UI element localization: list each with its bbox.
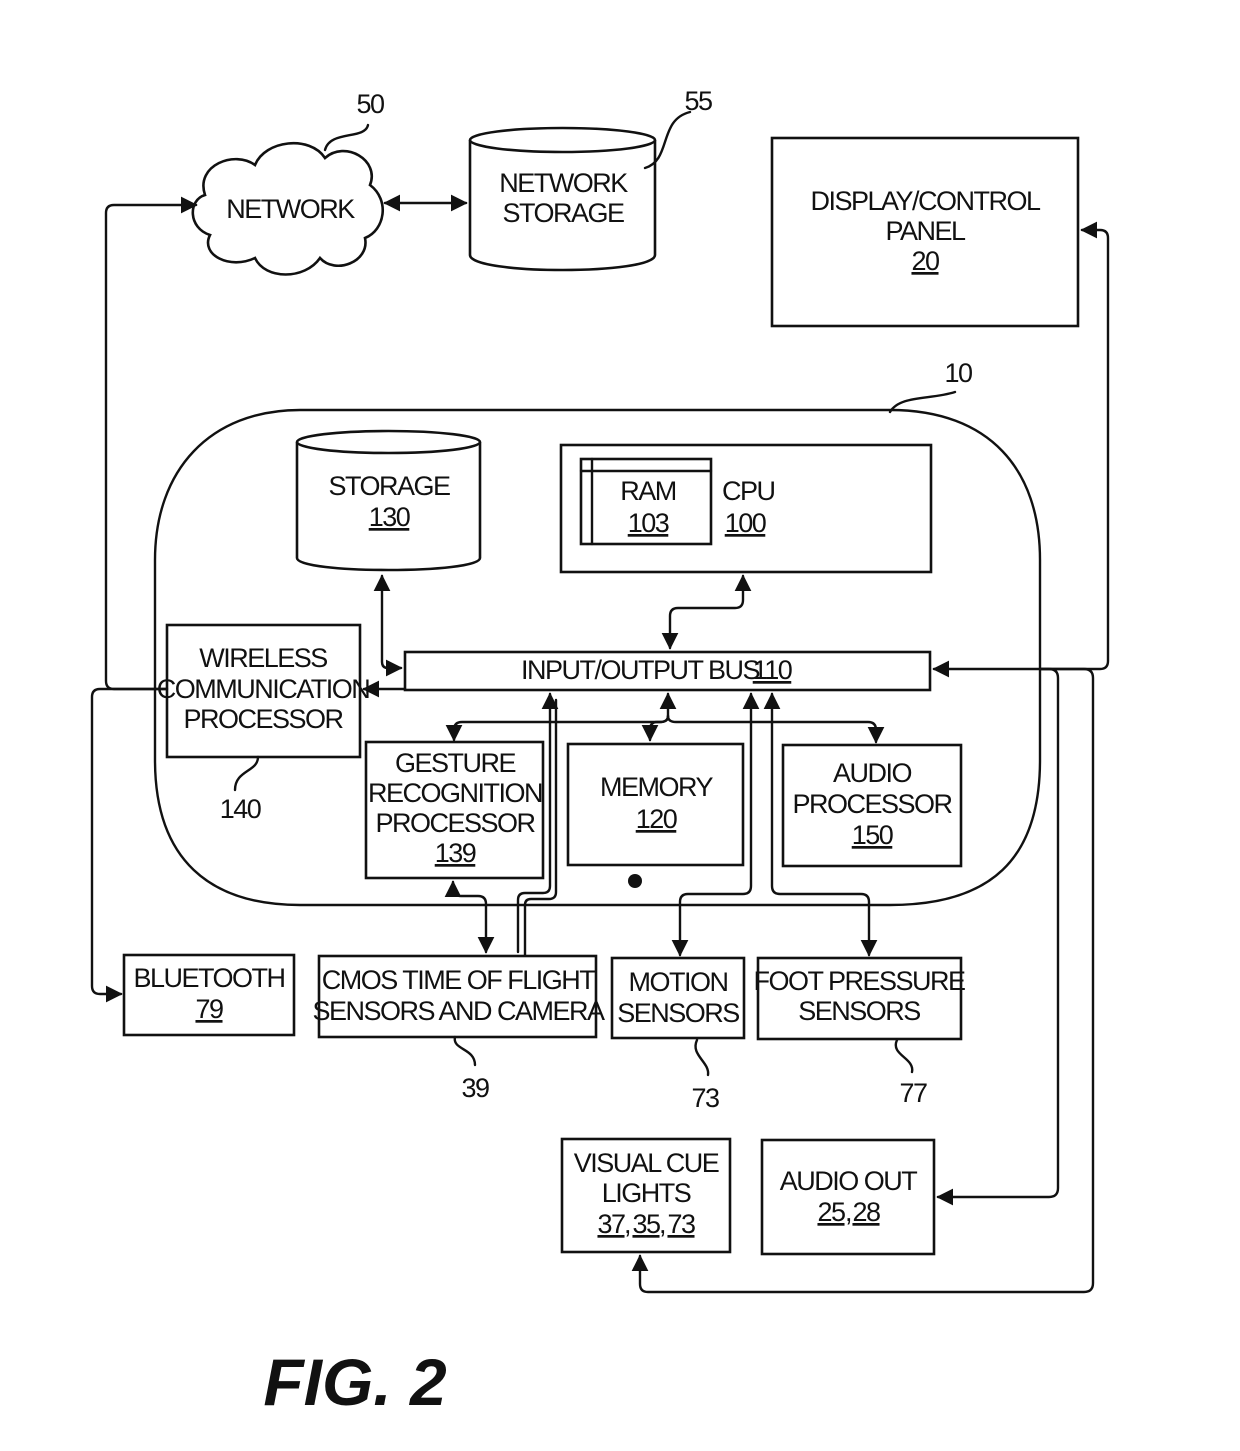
cmos-ref-leader [453, 1035, 477, 1067]
network-ref-leader [323, 123, 370, 152]
network-storage[interactable]: NETWORK STORAGE [468, 126, 657, 272]
audio-processor-line2: PROCESSOR [792, 789, 952, 819]
device-ref: 10 [944, 358, 972, 388]
storage-label: STORAGE [328, 471, 450, 501]
wireless-ref: 140 [220, 794, 261, 824]
io-bus-ref: 110 [753, 655, 792, 685]
gesture-line1: GESTURE [395, 748, 516, 778]
memory-indicator-dot [628, 874, 642, 888]
cpu-ref: 100 [725, 508, 766, 538]
network-label: NETWORK [226, 194, 355, 224]
gesture-line2: RECOGNITION [368, 778, 542, 808]
bluetooth[interactable]: BLUETOOTH 79 [122, 953, 296, 1037]
visual-cue-ref-c: 73 [667, 1209, 695, 1239]
ram[interactable]: RAM 103 [579, 457, 713, 546]
visual-cue-line1: VISUAL CUE [574, 1148, 719, 1178]
wireless-line2: COMMUNICATION [157, 674, 369, 704]
audio-processor[interactable]: AUDIO PROCESSOR 150 [781, 743, 963, 868]
audio-out-ref-b: 28 [852, 1197, 880, 1227]
storage-bus-link [373, 574, 403, 677]
bluetooth-label: BLUETOOTH [133, 963, 284, 993]
display-panel-line1: DISPLAY/CONTROL [810, 186, 1041, 216]
audio-out-ref-a: 25 [817, 1197, 845, 1227]
gesture-ref: 139 [435, 838, 476, 868]
cpu-bus-link [661, 574, 752, 650]
storage-ref: 130 [369, 502, 410, 532]
bus-memory-link [641, 714, 670, 742]
visual-cue-sep-2: , [659, 1209, 665, 1239]
memory-ref: 120 [636, 804, 677, 834]
network-storage-line1: NETWORK [499, 168, 628, 198]
block-diagram: 10 NETWORK 50 NETWORK STORAGE 55 DISPLAY… [90, 86, 1110, 1419]
motion-sensors[interactable]: MOTION SENSORS [610, 956, 746, 1040]
display-control-panel[interactable]: DISPLAY/CONTROL PANEL 20 [770, 136, 1080, 328]
foot-ref: 77 [899, 1078, 927, 1108]
display-panel-line2: PANEL [885, 216, 966, 246]
cmos-line2: SENSORS AND CAMERA [312, 996, 605, 1026]
network-storage-line2: STORAGE [502, 198, 624, 228]
motion-ref-leader [694, 1038, 710, 1077]
storage[interactable]: STORAGE 130 [295, 429, 482, 572]
visual-cue-lights[interactable]: VISUAL CUE LIGHTS 37 , 35 , 73 [560, 1137, 732, 1254]
audio-processor-ref: 150 [852, 820, 893, 850]
audio-out[interactable]: AUDIO OUT 25 , 28 [760, 1138, 936, 1256]
figure-title: FIG. 2 [263, 1345, 447, 1419]
wireless-line1: WIRELESS [199, 643, 327, 673]
bus-gesture-link [445, 714, 670, 742]
motion-ref: 73 [691, 1083, 719, 1113]
visual-cue-line2: LIGHTS [602, 1178, 691, 1208]
wireless-communication-processor[interactable]: WIRELESS COMMUNICATION PROCESSOR [157, 623, 371, 759]
gesture-line3: PROCESSOR [375, 808, 535, 838]
foot-line2: SENSORS [798, 996, 920, 1026]
visual-cue-sep-1: , [624, 1209, 630, 1239]
audio-processor-line1: AUDIO [833, 758, 912, 788]
motion-line2: SENSORS [617, 998, 739, 1028]
foot-line1: FOOT PRESSURE [753, 966, 965, 996]
visual-cue-ref-b: 35 [632, 1209, 660, 1239]
ram-ref: 103 [628, 508, 669, 538]
gesture-cmos-link [444, 880, 495, 954]
io-bus-label: INPUT/OUTPUT BUS [521, 655, 760, 685]
motion-line1: MOTION [629, 967, 728, 997]
display-panel-ref: 20 [911, 246, 939, 276]
ram-label: RAM [620, 476, 676, 506]
wireless-network-link [104, 196, 198, 691]
io-bus[interactable]: INPUT/OUTPUT BUS 110 [403, 650, 932, 692]
cmos-time-of-flight-sensors-and-camera[interactable]: CMOS TIME OF FLIGHT SENSORS AND CAMERA [312, 954, 607, 1039]
wireless-line3: PROCESSOR [183, 704, 343, 734]
cpu-label: CPU [722, 476, 775, 506]
cmos-ref: 39 [461, 1073, 489, 1103]
wireless-ref-leader [233, 755, 260, 792]
foot-pressure-sensors[interactable]: FOOT PRESSURE SENSORS [753, 956, 967, 1041]
memory-label: MEMORY [600, 772, 714, 802]
bluetooth-ref: 79 [195, 994, 223, 1024]
gesture-recognition-processor[interactable]: GESTURE RECOGNITION PROCESSOR 139 [364, 740, 545, 880]
foot-ref-leader [894, 1038, 914, 1074]
network-cloud[interactable]: NETWORK [191, 142, 385, 276]
visual-cue-ref-a: 37 [597, 1209, 625, 1239]
audio-out-sep: , [845, 1197, 851, 1227]
network-storage-ref: 55 [684, 86, 712, 116]
network-ref: 50 [356, 89, 384, 119]
cmos-line1: CMOS TIME OF FLIGHT [322, 965, 596, 995]
audio-out-label: AUDIO OUT [780, 1166, 918, 1196]
memory[interactable]: MEMORY 120 [566, 742, 745, 867]
